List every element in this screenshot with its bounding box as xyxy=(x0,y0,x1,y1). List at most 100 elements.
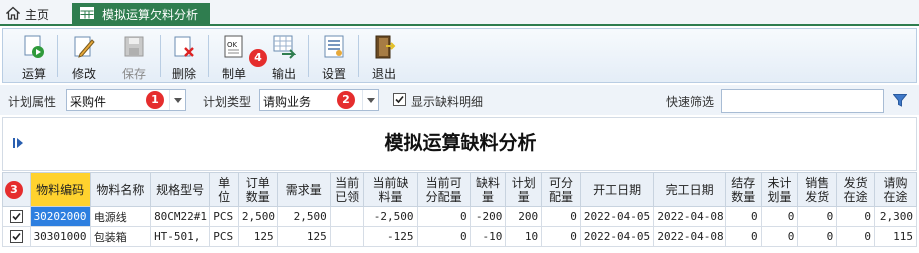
cell-demand: 2,500 xyxy=(276,206,331,227)
cell-cur_short: -125 xyxy=(363,226,418,247)
delete-button[interactable]: 删除 xyxy=(165,31,203,81)
edit-icon xyxy=(74,36,95,58)
exit-door-icon xyxy=(375,35,396,59)
column-header[interactable]: 完工日期 xyxy=(653,172,726,207)
column-header[interactable]: 销售 发货 xyxy=(797,172,838,207)
cell-ship_transit: 0 xyxy=(836,206,875,227)
row-checkbox-cell[interactable] xyxy=(2,206,31,227)
cell-issued xyxy=(329,206,365,227)
cell-demand: 125 xyxy=(276,226,331,247)
plan-attr-select[interactable]: 采购件 xyxy=(66,89,186,111)
cell-alloc: 0 xyxy=(541,206,581,227)
shortage-table: 物料编码 物料名称 规格型号单位订单 数量 需求量 当前 已领 当前缺 料量 当前可 分配量 缺料量计… xyxy=(2,172,918,247)
table-body: 30202000 电源线 80CM22#1 PCS 2,500 2,500 -2,500 0-… xyxy=(2,206,918,247)
settings-icon xyxy=(324,35,344,58)
table-row[interactable]: 30301000 包装箱 HT-501, PCS 125 125 -125 0 -10 10 0 20… xyxy=(2,226,918,247)
cell-alloc: 0 xyxy=(541,226,581,247)
svg-text:OK: OK xyxy=(227,41,238,49)
toolbar-separator xyxy=(308,35,309,77)
export-icon xyxy=(273,35,296,59)
column-header[interactable]: 结存 数量 xyxy=(724,172,762,207)
callout-badge-4: 4 xyxy=(249,49,267,67)
cell-issued xyxy=(329,226,365,247)
column-header[interactable]: 物料编码 xyxy=(29,172,91,207)
column-header[interactable]: 订单 数量 xyxy=(237,172,278,207)
cell-unplanned: 0 xyxy=(760,226,799,247)
cell-short: -10 xyxy=(469,226,507,247)
cell-req_transit: 115 xyxy=(873,226,918,247)
cell-order_qty: 125 xyxy=(237,226,278,247)
toolbar: 运算 修改 保存 删除 OK 制单 输出 设置 退出 xyxy=(2,28,917,83)
row-checkbox-cell[interactable] xyxy=(2,226,31,247)
chevron-down-icon[interactable] xyxy=(169,90,185,110)
grid-icon xyxy=(80,7,94,22)
tab-home-label: 主页 xyxy=(25,7,50,22)
calculate-icon xyxy=(24,35,44,58)
make-order-button[interactable]: OK 制单 xyxy=(215,31,253,81)
cell-spec: 80CM22#1 xyxy=(150,206,211,227)
callout-badge-1: 1 xyxy=(146,91,164,109)
chevron-down-icon[interactable] xyxy=(362,90,378,110)
cell-cur_alloc: 0 xyxy=(416,226,471,247)
column-header[interactable]: 规格型号 xyxy=(150,172,211,207)
home-icon xyxy=(5,6,21,23)
cell-plan: 10 xyxy=(505,226,543,247)
cell-finish: 2022-04-08 xyxy=(653,226,726,247)
cell-order_qty: 2,500 xyxy=(237,206,278,227)
filter-bar: 计划属性 采购件 1 计划类型 请购业务 2 显示缺料明细 快速筛选 xyxy=(0,85,919,115)
cell-cur_short: -2,500 xyxy=(363,206,418,227)
column-header[interactable]: 请购 在途 xyxy=(873,172,918,207)
plan-type-select[interactable]: 请购业务 xyxy=(259,89,379,111)
exit-button[interactable]: 退出 xyxy=(365,31,403,81)
toolbar-separator xyxy=(358,35,359,77)
table-row[interactable]: 30202000 电源线 80CM22#1 PCS 2,500 2,500 -2,500 0-… xyxy=(2,206,918,227)
cell-unit: PCS xyxy=(209,206,239,227)
plan-attr-label: 计划属性 xyxy=(8,95,57,109)
save-button[interactable]: 保存 xyxy=(115,31,153,81)
row-checkbox[interactable] xyxy=(9,230,23,244)
toolbar-separator xyxy=(208,35,209,77)
cell-sales_ship: 0 xyxy=(797,226,838,247)
column-header[interactable]: 发货 在途 xyxy=(836,172,875,207)
settings-button[interactable]: 设置 xyxy=(315,31,353,81)
toolbar-separator xyxy=(57,35,58,77)
show-shortage-label: 显示缺料明细 xyxy=(411,95,484,109)
cell-name: 包装箱 xyxy=(89,226,152,247)
check-icon xyxy=(395,95,404,104)
column-header[interactable]: 当前可 分配量 xyxy=(416,172,471,207)
cell-finish: 2022-04-08 xyxy=(653,206,726,227)
row-checkbox[interactable] xyxy=(9,210,23,224)
column-header[interactable]: 物料名称 xyxy=(89,172,152,207)
cell-code: 30202000 xyxy=(29,206,91,227)
tab-home[interactable]: 主页 xyxy=(5,4,50,24)
report-title: 模拟运算缺料分析 xyxy=(384,132,537,154)
column-header[interactable]: 未计 划量 xyxy=(760,172,799,207)
show-shortage-checkbox[interactable] xyxy=(393,93,406,106)
column-header[interactable]: 可分 配量 xyxy=(541,172,581,207)
calculate-button[interactable]: 运算 xyxy=(15,31,53,81)
column-header[interactable]: 需求量 xyxy=(276,172,331,207)
cell-short: -200 xyxy=(469,206,507,227)
column-header[interactable]: 当前 已领 xyxy=(329,172,365,207)
tab-bar: 主页 模拟运算欠料分析 xyxy=(0,0,919,26)
column-header[interactable]: 计划量 xyxy=(505,172,543,207)
cell-sales_ship: 0 xyxy=(797,206,838,227)
column-header[interactable]: 当前缺 料量 xyxy=(363,172,418,207)
cell-unit: PCS xyxy=(209,226,239,247)
quick-filter-input[interactable] xyxy=(721,89,884,113)
ok-document-icon: OK xyxy=(224,35,243,58)
column-header[interactable]: 缺料量 xyxy=(469,172,507,207)
tab-active-label: 模拟运算欠料分析 xyxy=(102,8,199,22)
column-header[interactable]: 单位 xyxy=(209,172,239,207)
filter-icon[interactable] xyxy=(892,94,908,110)
delete-icon xyxy=(174,36,194,57)
cell-start: 2022-04-05 xyxy=(579,226,655,247)
edit-button[interactable]: 修改 xyxy=(65,31,103,81)
report-header: 模拟运算缺料分析 xyxy=(2,117,917,171)
cell-name: 电源线 xyxy=(89,206,152,227)
export-button[interactable]: 输出 xyxy=(265,31,303,81)
column-header[interactable]: 开工日期 xyxy=(579,172,655,207)
callout-badge-3: 3 xyxy=(5,181,23,199)
cell-stock: 0 xyxy=(724,206,762,227)
tab-shortage-analysis[interactable]: 模拟运算欠料分析 xyxy=(72,3,210,26)
